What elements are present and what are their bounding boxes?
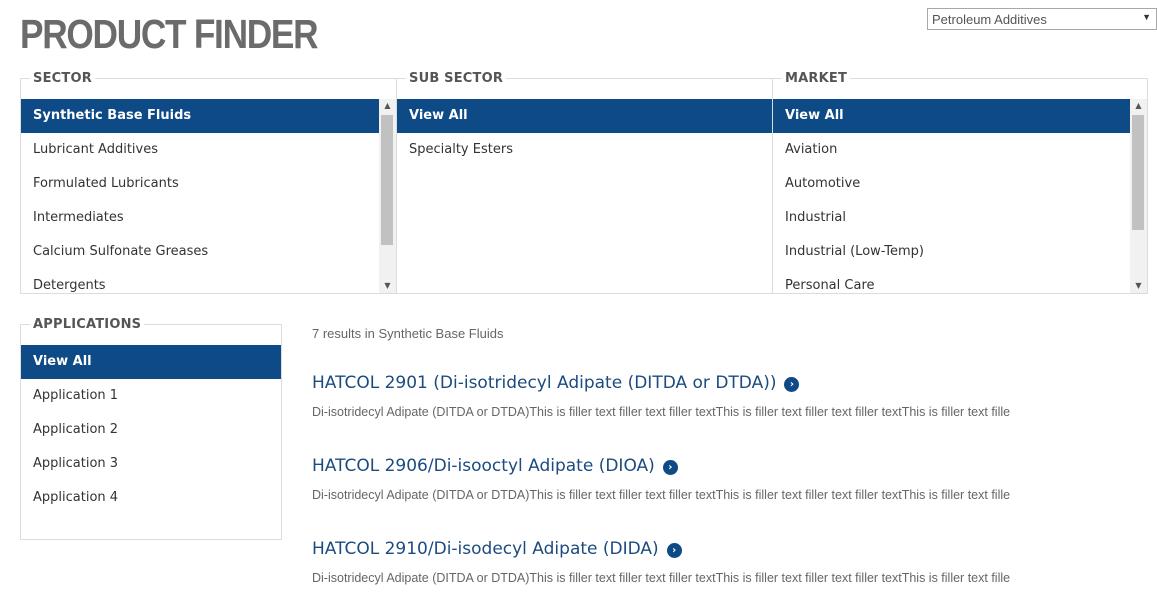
result-title-link[interactable]: HATCOL 2901 (Di-isotridecyl Adipate (DIT… xyxy=(312,373,776,393)
applications-list: View All Application 1 Application 2 App… xyxy=(21,345,281,539)
sector-list: Synthetic Base Fluids Lubricant Additive… xyxy=(21,99,379,293)
scrollbar-thumb[interactable] xyxy=(1132,115,1144,230)
sector-item[interactable]: Intermediates xyxy=(21,201,379,235)
application-item[interactable]: Application 2 xyxy=(21,413,281,447)
result-description: Di-isotridecyl Adipate (DITDA or DTDA)Th… xyxy=(312,405,1011,419)
sub-sector-list: View All Specialty Esters xyxy=(397,99,772,293)
scroll-down-icon[interactable]: ▼ xyxy=(1130,279,1147,293)
arrow-right-circle-icon[interactable]: › xyxy=(662,460,678,475)
applications-title: APPLICATIONS xyxy=(30,317,145,332)
result-item: HATCOL 2906/Di-isooctyl Adipate (DIOA) › … xyxy=(312,456,1010,502)
result-item: HATCOL 2901 (Di-isotridecyl Adipate (DIT… xyxy=(312,373,1010,419)
market-scrollbar[interactable]: ▲ ▼ xyxy=(1130,99,1147,293)
sector-item[interactable]: Lubricant Additives xyxy=(21,133,379,167)
sector-panel: SECTOR Synthetic Base Fluids Lubricant A… xyxy=(20,71,397,294)
sub-sector-panel: SUB SECTOR View All Specialty Esters xyxy=(396,71,773,294)
market-list: View All Aviation Automotive Industrial … xyxy=(773,99,1130,293)
application-item[interactable]: Application 1 xyxy=(21,379,281,413)
result-description: Di-isotridecyl Adipate (DITDA or DTDA)Th… xyxy=(312,571,1011,585)
arrow-right-circle-icon[interactable]: › xyxy=(666,543,682,558)
market-item[interactable]: Aviation xyxy=(773,133,1130,167)
result-item: HATCOL 2910/Di-isodecyl Adipate (DIDA) › … xyxy=(312,539,1010,585)
scroll-up-icon[interactable]: ▲ xyxy=(379,99,396,113)
sector-scrollbar[interactable]: ▲ ▼ xyxy=(379,99,396,293)
scroll-up-icon[interactable]: ▲ xyxy=(1130,99,1147,113)
division-select-value: Petroleum Additives xyxy=(932,12,1047,27)
market-item[interactable]: View All xyxy=(773,99,1130,133)
arrow-right-circle-icon[interactable]: › xyxy=(784,377,800,392)
scroll-down-icon[interactable]: ▼ xyxy=(379,279,396,293)
market-item[interactable]: Personal Care xyxy=(773,269,1130,293)
result-title-link[interactable]: HATCOL 2906/Di-isooctyl Adipate (DIOA) xyxy=(312,456,655,476)
result-title-link[interactable]: HATCOL 2910/Di-isodecyl Adipate (DIDA) xyxy=(312,539,659,559)
market-title: MARKET xyxy=(782,71,851,86)
application-item[interactable]: Application 3 xyxy=(21,447,281,481)
market-panel: MARKET View All Aviation Automotive Indu… xyxy=(772,71,1148,294)
sub-sector-item[interactable]: Specialty Esters xyxy=(397,133,772,167)
sector-item[interactable]: Calcium Sulfonate Greases xyxy=(21,235,379,269)
result-description: Di-isotridecyl Adipate (DITDA or DTDA)Th… xyxy=(312,488,1011,502)
application-item[interactable]: View All xyxy=(21,345,281,379)
division-select[interactable]: Petroleum Additives ▼ xyxy=(927,8,1157,30)
chevron-down-icon[interactable]: ▼ xyxy=(1142,12,1151,22)
sector-item[interactable]: Synthetic Base Fluids xyxy=(21,99,379,133)
scrollbar-thumb[interactable] xyxy=(381,115,393,245)
sub-sector-item[interactable]: View All xyxy=(397,99,772,133)
market-item[interactable]: Industrial (Low-Temp) xyxy=(773,235,1130,269)
sector-title: SECTOR xyxy=(30,71,95,86)
market-item[interactable]: Automotive xyxy=(773,167,1130,201)
application-item[interactable]: Application 4 xyxy=(21,481,281,515)
applications-panel: APPLICATIONS View All Application 1 Appl… xyxy=(20,317,282,540)
sector-item[interactable]: Formulated Lubricants xyxy=(21,167,379,201)
sector-item[interactable]: Detergents xyxy=(21,269,379,293)
market-item[interactable]: Industrial xyxy=(773,201,1130,235)
results-count: 7 results in Synthetic Base Fluids xyxy=(312,326,504,341)
sub-sector-title: SUB SECTOR xyxy=(406,71,507,86)
page-title: PRODUCT FINDER xyxy=(20,11,319,57)
